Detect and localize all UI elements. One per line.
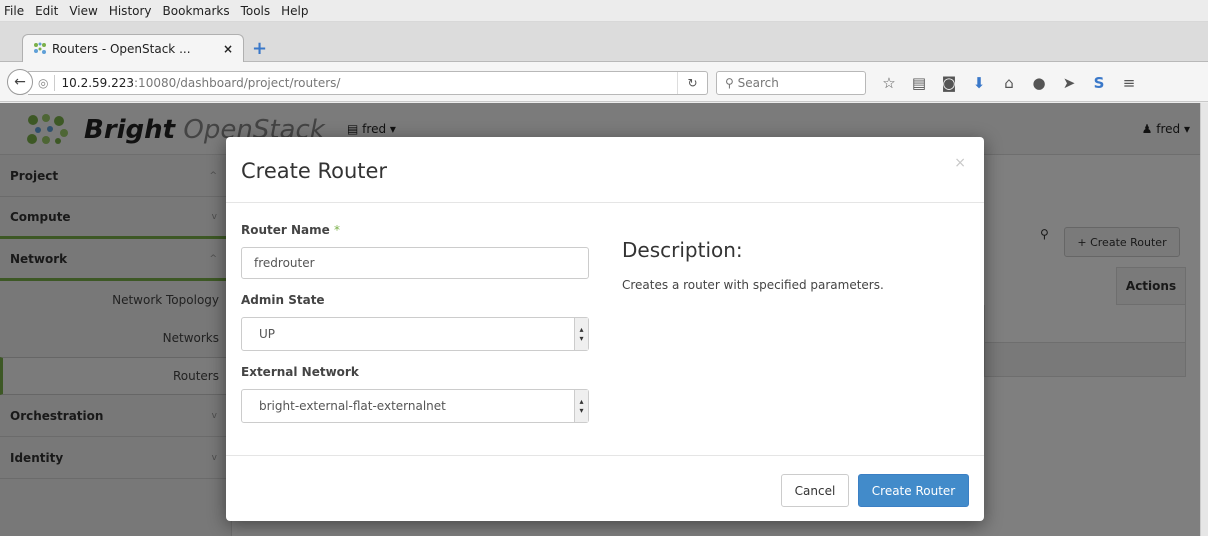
toolbar-icons: ☆ ▤ ◙ ⬇ ⌂ ● ➤ S ≡ — [874, 71, 1144, 95]
external-network-value: bright-external-flat-externalnet — [259, 399, 446, 413]
admin-state-select[interactable]: UP ▴ ▾ — [241, 317, 589, 351]
admin-state-label: Admin State — [241, 293, 325, 307]
url-host: 10.2.59.223 — [61, 76, 135, 90]
search-icon: ⚲ — [725, 76, 738, 90]
browser-tab[interactable]: Routers - OpenStack ... × — [22, 34, 244, 62]
search-input[interactable]: ⚲ Search — [716, 71, 866, 95]
menu-view[interactable]: View — [69, 4, 97, 18]
reading-list-icon[interactable]: ▤ — [904, 74, 934, 92]
back-arrow-icon: ← — [14, 74, 26, 90]
select-arrow-icon[interactable]: ▴ ▾ — [574, 390, 588, 422]
close-icon[interactable]: × — [954, 155, 966, 171]
download-icon[interactable]: ⬇ — [964, 74, 994, 92]
router-name-value: fredrouter — [254, 256, 315, 270]
create-router-button[interactable]: Create Router — [858, 474, 969, 507]
menu-history[interactable]: History — [109, 4, 152, 18]
modal-title: Create Router — [241, 159, 388, 183]
description-title: Description: — [622, 238, 743, 262]
admin-state-value: UP — [259, 327, 276, 341]
s-extension-icon[interactable]: S — [1084, 74, 1114, 92]
home-icon[interactable]: ⌂ — [994, 74, 1024, 92]
reload-icon[interactable]: ↻ — [677, 72, 707, 94]
description-text: Creates a router with specified paramete… — [622, 278, 884, 292]
external-network-label: External Network — [241, 365, 359, 379]
router-name-label: Router Name * — [241, 223, 589, 237]
required-mark: * — [333, 223, 340, 237]
modal-header: Create Router × — [226, 137, 984, 203]
menu-icon[interactable]: ≡ — [1114, 74, 1144, 92]
menu-file[interactable]: File — [4, 4, 24, 18]
menubar: File Edit View History Bookmarks Tools H… — [0, 0, 1208, 22]
menu-help[interactable]: Help — [281, 4, 308, 18]
tab-title: Routers - OpenStack ... — [52, 41, 191, 56]
url-separator — [54, 75, 56, 91]
search-placeholder: Search — [737, 76, 779, 90]
chat-icon[interactable]: ● — [1024, 74, 1054, 92]
send-icon[interactable]: ➤ — [1054, 74, 1084, 92]
external-network-select[interactable]: bright-external-flat-externalnet ▴ ▾ — [241, 389, 589, 423]
pocket-icon[interactable]: ◙ — [934, 74, 964, 92]
openstack-favicon-icon — [34, 42, 46, 54]
back-button[interactable]: ← — [7, 69, 33, 95]
modal-footer: Cancel Create Router — [226, 455, 984, 521]
menu-edit[interactable]: Edit — [35, 4, 58, 18]
bookmark-star-icon[interactable]: ☆ — [874, 74, 904, 92]
select-arrow-icon[interactable]: ▴ ▾ — [574, 318, 588, 350]
menu-bookmarks[interactable]: Bookmarks — [163, 4, 230, 18]
menu-tools[interactable]: Tools — [241, 4, 271, 18]
cancel-button[interactable]: Cancel — [781, 474, 849, 507]
router-name-label-text: Router Name — [241, 223, 330, 237]
tab-close-icon[interactable]: × — [223, 42, 233, 56]
create-router-modal: Create Router × Router Name * fredrouter… — [226, 137, 984, 521]
router-name-input[interactable]: fredrouter — [241, 247, 589, 279]
page-scrollbar[interactable] — [1200, 103, 1208, 536]
navigation-toolbar: ◎ 10.2.59.223:10080/dashboard/project/ro… — [0, 62, 1208, 102]
description-panel: Description: Creates a router with speci… — [622, 238, 962, 292]
new-tab-icon[interactable]: + — [252, 38, 267, 59]
tab-bar: Routers - OpenStack ... × + — [0, 22, 1208, 62]
url-bar[interactable]: ◎ 10.2.59.223:10080/dashboard/project/ro… — [28, 71, 708, 95]
create-router-form: Router Name * fredrouter Admin State UP … — [241, 223, 589, 437]
site-info-icon[interactable]: ◎ — [38, 76, 48, 90]
url-path: :10080/dashboard/project/routers/ — [134, 76, 341, 90]
